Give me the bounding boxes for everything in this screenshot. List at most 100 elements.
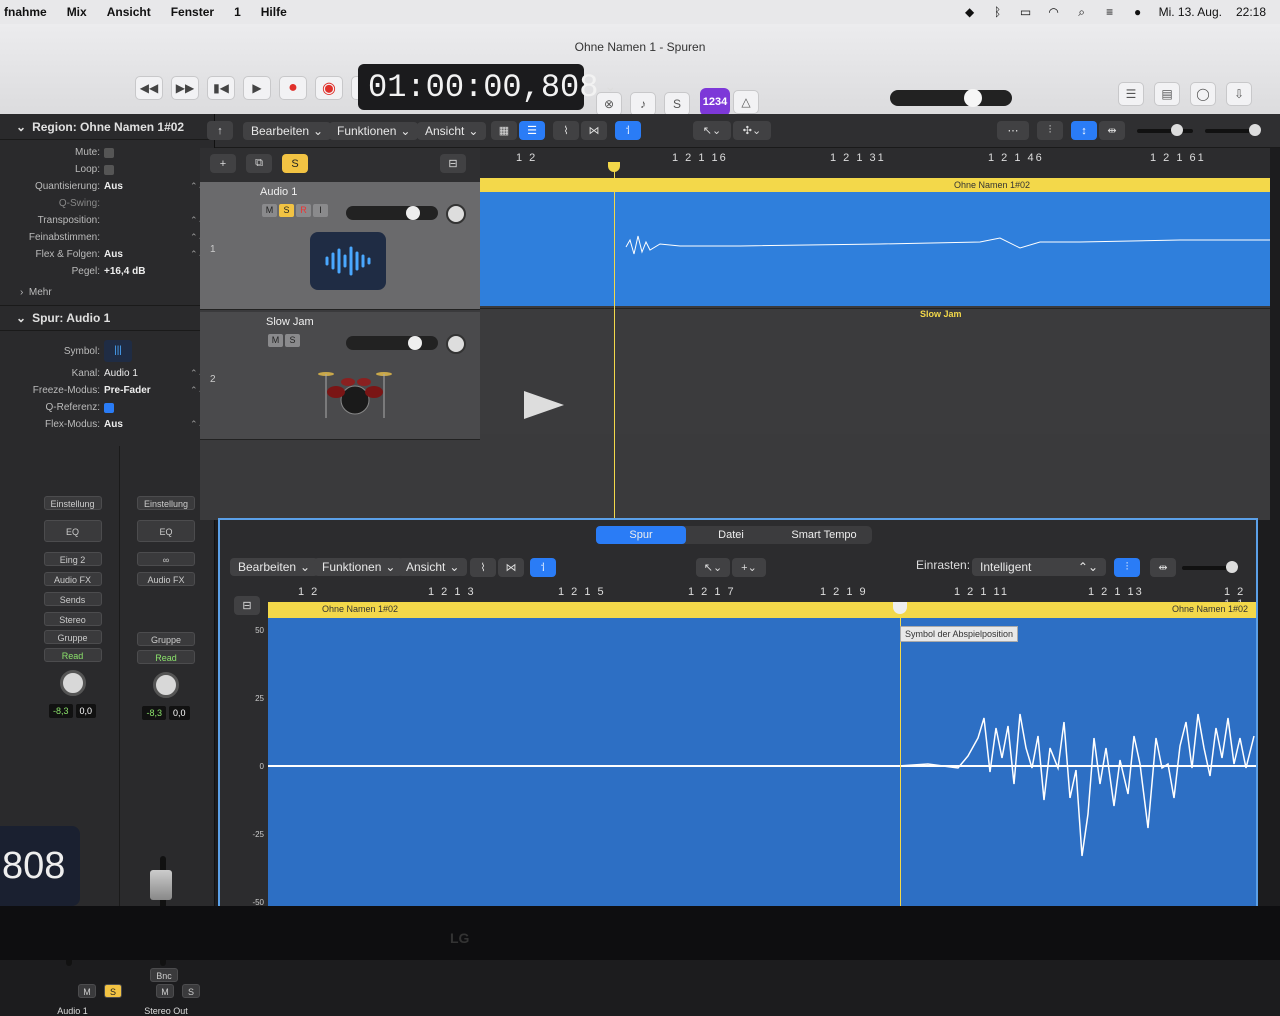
param-symbol[interactable]: Symbol: ||| [0,337,214,365]
secondary-tool-icon[interactable]: ✣⌄ [733,121,771,140]
grid-view-icon[interactable]: ▦ [491,121,517,140]
param-loop[interactable]: Loop: [0,161,214,178]
qref-checkbox[interactable] [104,402,114,413]
solo-button[interactable]: S [285,334,300,347]
region-header[interactable]: ⌄ Region: Ohne Namen 1#02 [0,114,214,140]
duplicate-track-icon[interactable]: ⧉ [246,154,272,173]
param-channel[interactable]: Kanal: Audio 1 ⌃⌄ [0,365,214,382]
mute-button[interactable]: M [262,204,277,217]
edit-menu[interactable]: Bearbeiten ⌄ [243,122,332,140]
arrange-area[interactable]: 1 2 1 2 1 16 1 2 1 31 1 2 1 46 1 2 1 61 … [480,148,1270,520]
battery-icon[interactable]: ▭ [1019,6,1033,18]
param-transpose[interactable]: Transposition: ⌃⌄ [0,212,214,229]
pan-knob[interactable] [59,670,86,696]
list-view-icon[interactable]: ☰ [519,121,545,140]
menu-hilfe[interactable]: Hilfe [261,5,287,19]
record-enable-button[interactable]: R [296,204,311,217]
sends-slot[interactable]: Sends [43,592,102,606]
waveform-zoom-icon[interactable]: ⫶ [1114,558,1140,577]
automation-mode[interactable]: Read [43,648,102,662]
master-volume-slider[interactable] [890,89,1012,107]
param-quantize[interactable]: Quantisierung: Aus ⌃⌄ [0,178,214,195]
tab-spur[interactable]: Spur [596,526,686,544]
waveform-icon[interactable]: ||| [104,340,132,362]
track-header-2[interactable]: 2 Slow Jam M S [200,312,480,440]
editor-waveform-area[interactable] [268,618,1256,912]
track-volume-knob[interactable] [406,206,420,220]
menu-1[interactable]: 1 [234,5,241,19]
pan-value[interactable]: 0,0 [169,706,190,720]
automation-icon[interactable]: ⌇ [553,121,579,140]
param-flex[interactable]: Flex & Folgen: Aus ⌃⌄ [0,246,214,263]
track-name[interactable]: Audio 1 [260,186,297,198]
lcd-display[interactable]: 01:00:00,808 ⌄ [358,64,616,110]
automation-mode[interactable]: Read [137,650,195,664]
bounce-button[interactable]: Bnc [150,968,178,982]
menubar-time[interactable]: 22:18 [1236,5,1266,19]
audio-fx-slot[interactable]: Audio FX [137,572,195,586]
track-pan-knob[interactable] [446,204,466,224]
track-volume-knob[interactable] [408,336,422,350]
siri-icon[interactable]: ● [1131,6,1145,18]
notepad-icon[interactable]: ▤ [1154,82,1180,106]
volume-fader[interactable] [150,870,172,900]
drummer-region[interactable]: Slow Jam [480,308,1270,434]
more-disclosure[interactable]: › Mehr [0,284,214,301]
menu-aufnahme[interactable]: fnahme [4,5,47,19]
solo-button[interactable]: S [279,204,294,217]
editor-region-bar[interactable]: Ohne Namen 1#02 Ohne Namen 1#02 [268,602,1256,618]
catch-icon[interactable]: ⸶ [530,558,556,577]
view-menu[interactable]: Ansicht ⌄ [398,558,468,576]
link-icon[interactable]: ∞ [137,552,195,566]
functions-menu[interactable]: Funktionen ⌄ [329,122,419,140]
output-button[interactable]: Stereo [43,612,102,626]
flex-icon[interactable]: ⋈ [581,121,607,140]
param-flexmode[interactable]: Flex-Modus: Aus ⌃⌄ [0,416,214,433]
menubar-date[interactable]: Mi. 13. Aug. [1159,5,1222,19]
param-value[interactable]: +16,4 dB [104,266,214,277]
param-gain[interactable]: Pegel: +16,4 dB [0,263,214,280]
fit-icon[interactable]: ⇹ [1150,558,1176,577]
horizontal-zoom-slider[interactable] [1182,561,1238,573]
back-icon[interactable]: ↑ [207,121,233,140]
pan-knob[interactable] [153,672,179,698]
audio-region[interactable]: Ohne Namen 1#02 [480,178,1270,306]
menu-ansicht[interactable]: Ansicht [107,5,151,19]
input-button[interactable]: Eing 2 [43,552,102,566]
audio-region-title[interactable]: Ohne Namen 1#02 [480,178,1270,192]
vertical-zoom-slider[interactable] [1137,124,1193,136]
input-monitor-button[interactable]: I [313,204,328,217]
volume-value[interactable]: -8,3 [48,704,73,718]
secondary-tool-icon[interactable]: +⌄ [732,558,766,577]
eq-button[interactable]: EQ [137,520,195,542]
track-header[interactable]: ⌄ Spur: Audio 1 [0,305,214,331]
param-qswing[interactable]: Q-Swing: [0,195,214,212]
loop-browser-icon[interactable]: ◯ [1190,82,1216,106]
menu-mix[interactable]: Mix [67,5,87,19]
arrange-ruler[interactable]: 1 2 1 2 1 16 1 2 1 31 1 2 1 46 1 2 1 61 [480,148,1270,178]
pan-value[interactable]: 0,0 [75,704,97,718]
disclosure-icon[interactable]: ⌄ [16,311,26,325]
mute-button[interactable]: M [156,984,174,998]
waveform-zoom-icon[interactable]: ⫶ [1037,121,1063,140]
setting-button[interactable]: Einstellung [43,496,102,510]
vertical-zoom-icon[interactable]: ↕ [1071,121,1097,140]
snap-dropdown[interactable]: Intelligent ⌃⌄ [972,558,1106,576]
track-pan-knob[interactable] [446,334,466,354]
dropbox-icon[interactable]: ◆ [963,6,977,18]
fit-icon[interactable]: ⇹ [1099,121,1125,140]
view-menu[interactable]: Ansicht ⌄ [417,122,487,140]
more-icon[interactable]: ⋯ [997,121,1029,140]
list-editors-icon[interactable]: ☰ [1118,82,1144,106]
tab-datei[interactable]: Datei [686,526,776,544]
rewind-icon[interactable]: ◀◀ [135,76,163,100]
go-to-start-icon[interactable]: ▮◀ [207,76,235,100]
volume-value[interactable]: -8,3 [142,706,166,720]
forward-icon[interactable]: ▶▶ [171,76,199,100]
wifi-icon[interactable]: ◠ [1047,6,1061,18]
playhead[interactable] [614,162,615,520]
horizontal-zoom-slider[interactable] [1205,124,1261,136]
param-freeze[interactable]: Freeze-Modus: Pre-Fader ⌃⌄ [0,382,214,399]
flex-icon[interactable]: ⋈ [498,558,524,577]
track-volume-slider[interactable] [346,206,438,220]
